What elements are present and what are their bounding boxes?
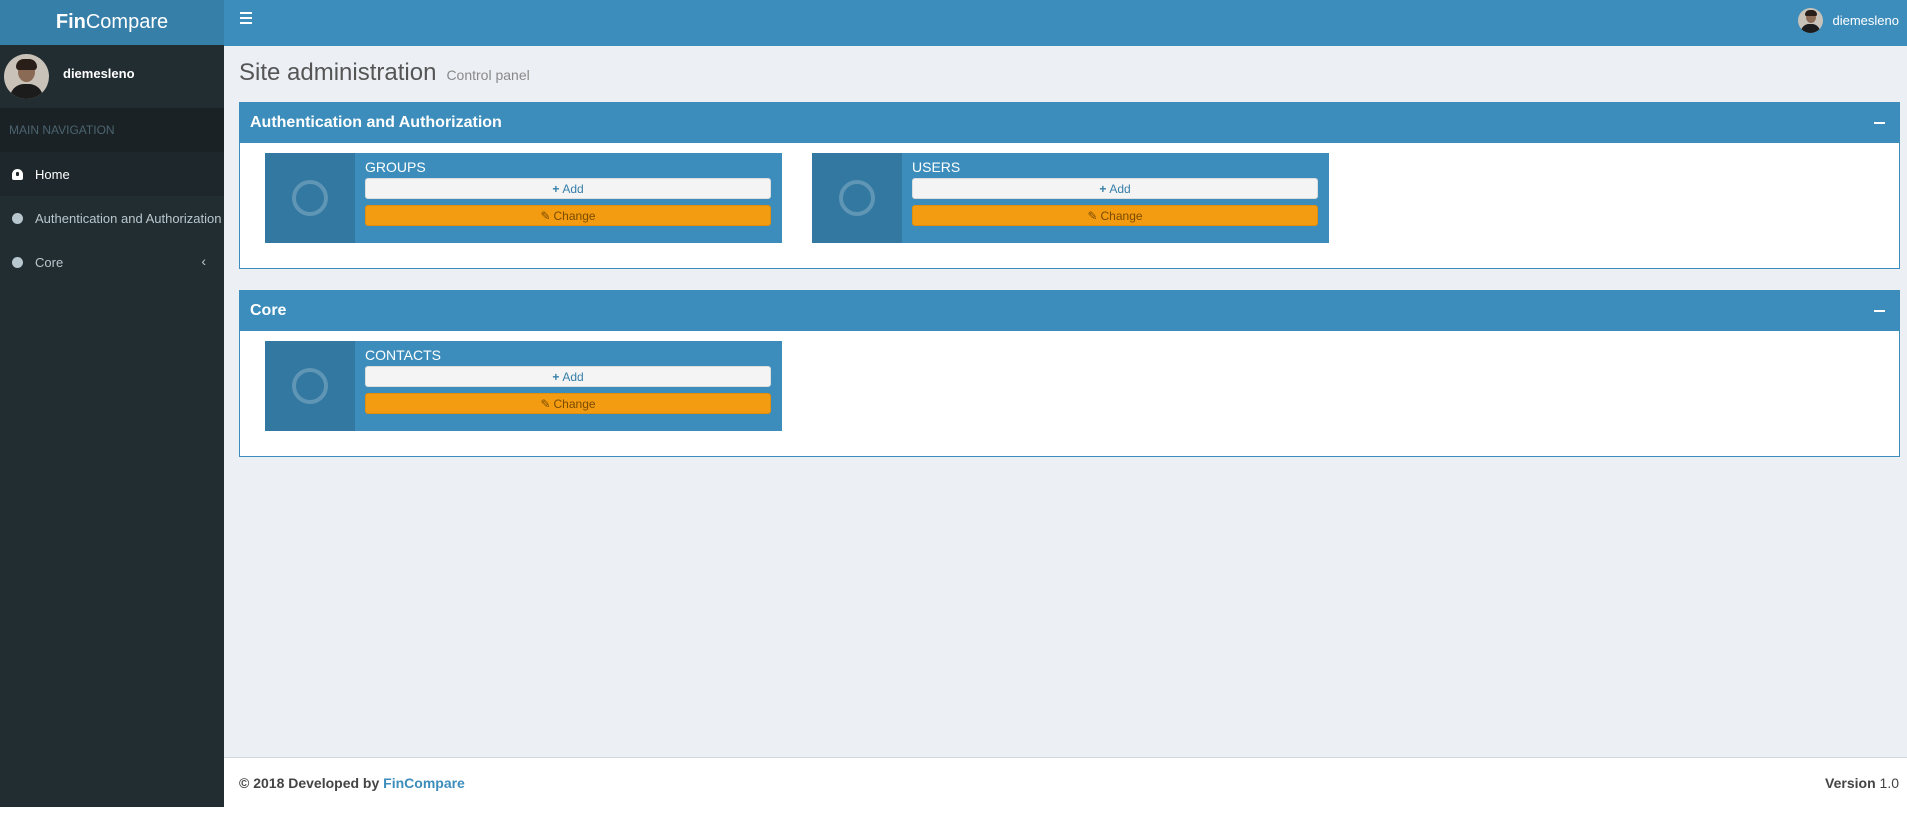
company-link[interactable]: FinCompare — [383, 775, 465, 791]
change-button[interactable]: ✎ Change — [912, 205, 1318, 226]
change-label: Change — [553, 208, 596, 223]
collapse-icon[interactable] — [1874, 122, 1885, 124]
page-title: Site administration Control panel — [239, 59, 530, 87]
change-label: Change — [1100, 208, 1143, 223]
model-name[interactable]: CONTACTS — [365, 347, 441, 363]
change-button[interactable]: ✎ Change — [365, 205, 771, 226]
model-card-groups: GROUPS + Add ✎ Change — [265, 153, 782, 243]
add-button[interactable]: + Add — [365, 178, 771, 199]
user-menu[interactable]: diemesleno — [1797, 8, 1900, 33]
pencil-icon: ✎ — [540, 396, 551, 411]
change-label: Change — [553, 396, 596, 411]
page-title-text: Site administration — [239, 59, 437, 86]
section-header: Authentication and Authorization — [240, 103, 1899, 143]
section-header: Core — [240, 291, 1899, 331]
sidebar-user-name: diemesleno — [63, 66, 135, 81]
pencil-icon: ✎ — [540, 208, 551, 223]
sidebar-item-core[interactable]: Core ‹ — [0, 240, 224, 284]
change-button[interactable]: ✎ Change — [365, 393, 771, 414]
section-core: Core CONTACTS + Add ✎ Change — [239, 290, 1900, 457]
model-icon — [265, 341, 355, 431]
chevron-left-icon: ‹ — [201, 253, 206, 269]
section-auth: Authentication and Authorization GROUPS … — [239, 102, 1900, 269]
page-subtitle: Control panel — [446, 67, 530, 83]
add-label: Add — [562, 181, 584, 196]
dashboard-icon — [12, 168, 23, 180]
brand-logo-bold: Fin — [55, 11, 86, 33]
topbar-user-name: diemesleno — [1832, 13, 1900, 28]
footer-version: Version 1.0 — [1825, 775, 1899, 791]
add-button[interactable]: + Add — [365, 366, 771, 387]
sidebar-item-label: Authentication and Authorization — [35, 210, 222, 226]
brand-logo-rest: Compare — [85, 11, 169, 33]
footer-copyright: © 2018 Developed by FinCompare — [239, 775, 465, 791]
add-button[interactable]: + Add — [912, 178, 1318, 199]
sidebar: Fin Compare diemesleno MAIN NAVIGATION Ho… — [0, 0, 224, 807]
version-label: Version — [1825, 774, 1876, 791]
model-card-users: USERS + Add ✎ Change — [812, 153, 1329, 243]
hamburger-menu-icon[interactable] — [240, 12, 252, 24]
brand-logo[interactable]: Fin Compare — [0, 0, 224, 45]
version-number: 1.0 — [1879, 774, 1899, 791]
avatar — [4, 54, 49, 99]
plus-icon: + — [1099, 181, 1107, 196]
model-icon — [265, 153, 355, 243]
sidebar-item-home[interactable]: Home — [0, 152, 224, 196]
circle-icon — [12, 212, 23, 224]
model-name[interactable]: GROUPS — [365, 159, 426, 175]
sidebar-item-label: Home — [35, 166, 70, 182]
sidebar-item-label: Core — [35, 254, 64, 270]
sidebar-item-auth[interactable]: Authentication and Authorization — [0, 196, 224, 240]
model-card-contacts: CONTACTS + Add ✎ Change — [265, 341, 782, 431]
plus-icon: + — [552, 181, 560, 196]
footer: © 2018 Developed by FinCompare Version 1… — [224, 757, 1907, 807]
app-root: Fin Compare diemesleno MAIN NAVIGATION Ho… — [0, 0, 1907, 826]
plus-icon: + — [552, 369, 560, 384]
user-panel: diemesleno — [0, 45, 224, 108]
avatar — [1797, 8, 1823, 33]
section-title: Authentication and Authorization — [250, 114, 502, 131]
circle-o-icon — [839, 180, 875, 216]
model-icon — [812, 153, 902, 243]
circle-o-icon — [292, 180, 328, 216]
model-name[interactable]: USERS — [912, 159, 960, 175]
top-navbar: diemesleno — [224, 0, 1907, 46]
circle-o-icon — [292, 368, 328, 404]
section-title: Core — [250, 302, 287, 319]
add-label: Add — [1109, 181, 1131, 196]
add-label: Add — [562, 369, 584, 384]
circle-icon — [12, 256, 23, 268]
nav-header: MAIN NAVIGATION — [0, 108, 224, 152]
copyright-text: © 2018 Developed by — [239, 774, 380, 791]
main-content: Site administration Control panel Authen… — [224, 46, 1907, 757]
collapse-icon[interactable] — [1874, 310, 1885, 312]
pencil-icon: ✎ — [1087, 208, 1098, 223]
